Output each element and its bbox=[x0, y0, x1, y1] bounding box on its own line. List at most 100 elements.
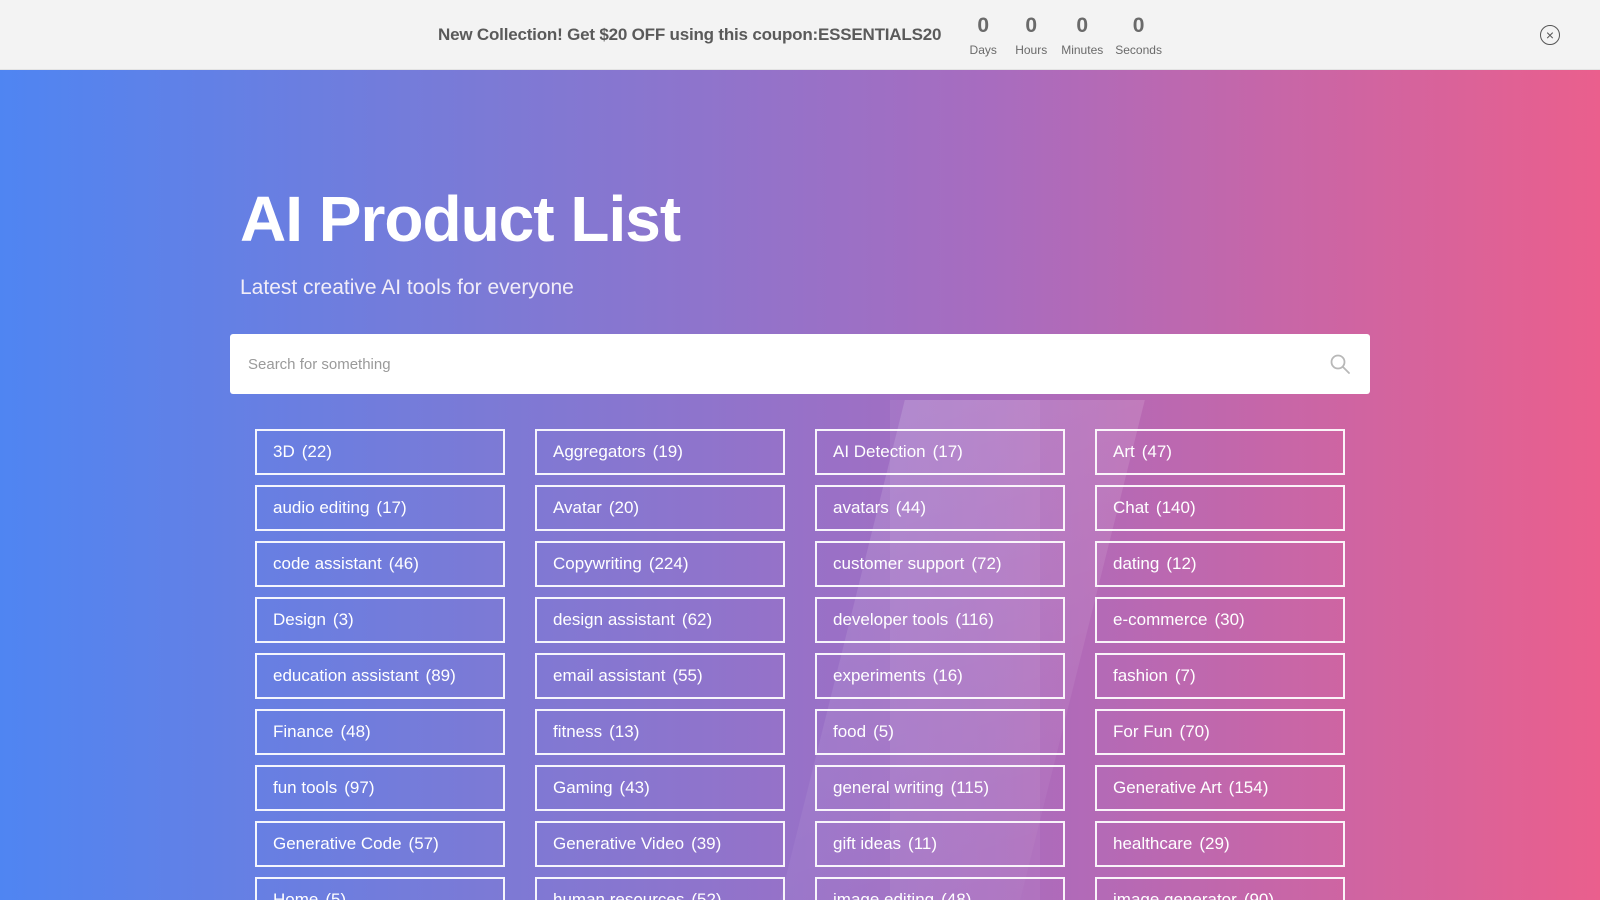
category-button[interactable]: code assistant (46) bbox=[255, 541, 505, 587]
category-name: design assistant bbox=[553, 610, 675, 629]
category-button[interactable]: fun tools (97) bbox=[255, 765, 505, 811]
category-count: (7) bbox=[1174, 666, 1196, 685]
category-button[interactable]: Design (3) bbox=[255, 597, 505, 643]
category-name: email assistant bbox=[553, 666, 666, 685]
category-button[interactable]: For Fun (70) bbox=[1095, 709, 1345, 755]
category-button[interactable]: developer tools (116) bbox=[815, 597, 1065, 643]
category-button[interactable]: e-commerce (30) bbox=[1095, 597, 1345, 643]
category-button[interactable]: Generative Video (39) bbox=[535, 821, 785, 867]
category-name: AI Detection bbox=[833, 442, 926, 461]
countdown-seconds-label: Seconds bbox=[1115, 42, 1162, 57]
category-count: (20) bbox=[608, 498, 640, 517]
search-icon[interactable] bbox=[1328, 352, 1352, 376]
category-name: Aggregators bbox=[553, 442, 646, 461]
category-button[interactable]: 3D (22) bbox=[255, 429, 505, 475]
category-button[interactable]: Gaming (43) bbox=[535, 765, 785, 811]
category-name: Design bbox=[273, 610, 326, 629]
category-count: (5) bbox=[873, 722, 894, 741]
category-count: (62) bbox=[681, 610, 713, 629]
category-name: Copywriting bbox=[553, 554, 642, 573]
category-count: (97) bbox=[344, 778, 375, 797]
category-button[interactable]: human resources (52) bbox=[535, 877, 785, 900]
category-count: (13) bbox=[609, 722, 640, 741]
category-name: Generative Art bbox=[1113, 778, 1222, 797]
category-button[interactable]: AI Detection (17) bbox=[815, 429, 1065, 475]
category-name: general writing bbox=[833, 778, 944, 797]
category-button[interactable]: Copywriting (224) bbox=[535, 541, 785, 587]
category-button[interactable]: general writing (115) bbox=[815, 765, 1065, 811]
countdown-hours-label: Hours bbox=[1015, 42, 1048, 57]
category-button[interactable]: Finance (48) bbox=[255, 709, 505, 755]
category-count: (115) bbox=[950, 778, 989, 797]
countdown-days: 0 Days bbox=[965, 13, 1001, 57]
category-name: Finance bbox=[273, 722, 334, 741]
category-button[interactable]: image generator (90) bbox=[1095, 877, 1345, 900]
category-name: human resources bbox=[553, 890, 685, 900]
category-count: (17) bbox=[376, 498, 407, 517]
category-button[interactable]: customer support (72) bbox=[815, 541, 1065, 587]
category-count: (224) bbox=[648, 554, 689, 573]
category-button[interactable]: education assistant (89) bbox=[255, 653, 505, 699]
countdown-timer: 0 Days 0 Hours 0 Minutes 0 Seconds bbox=[965, 13, 1162, 57]
hero-section: AI Product List Latest creative AI tools… bbox=[0, 70, 1600, 900]
countdown-seconds: 0 Seconds bbox=[1115, 13, 1162, 57]
category-name: Gaming bbox=[553, 778, 613, 797]
category-button[interactable]: gift ideas (11) bbox=[815, 821, 1065, 867]
category-button[interactable]: dating (12) bbox=[1095, 541, 1345, 587]
category-button[interactable]: avatars (44) bbox=[815, 485, 1065, 531]
category-name: education assistant bbox=[273, 666, 419, 685]
category-name: avatars bbox=[833, 498, 889, 517]
category-name: Generative Video bbox=[553, 834, 685, 853]
category-name: fun tools bbox=[273, 778, 338, 797]
announcement-text: New Collection! Get $20 OFF using this c… bbox=[438, 24, 942, 44]
category-name: gift ideas bbox=[833, 834, 902, 853]
category-count: (12) bbox=[1166, 554, 1197, 573]
search-input[interactable] bbox=[248, 355, 1328, 373]
category-count: (57) bbox=[408, 834, 439, 853]
category-button[interactable]: experiments (16) bbox=[815, 653, 1065, 699]
category-name: Chat bbox=[1113, 498, 1149, 517]
category-button[interactable]: audio editing (17) bbox=[255, 485, 505, 531]
category-name: fashion bbox=[1113, 666, 1168, 685]
category-grid: 3D (22) Aggregators (19) AI Detection (17) Art… bbox=[255, 429, 1345, 900]
category-count: (11) bbox=[908, 834, 938, 853]
category-button[interactable]: fitness (13) bbox=[535, 709, 785, 755]
category-name: image editing bbox=[833, 890, 935, 900]
category-button[interactable]: Avatar (20) bbox=[535, 485, 785, 531]
category-button[interactable]: Aggregators (19) bbox=[535, 429, 785, 475]
category-count: (19) bbox=[652, 442, 683, 461]
category-count: (48) bbox=[340, 722, 371, 741]
category-button[interactable]: email assistant (55) bbox=[535, 653, 785, 699]
page-title: AI Product List bbox=[240, 183, 681, 255]
category-button[interactable]: Generative Art (154) bbox=[1095, 765, 1345, 811]
category-button[interactable]: Chat (140) bbox=[1095, 485, 1345, 531]
category-count: (154) bbox=[1228, 778, 1269, 797]
category-name: Avatar bbox=[553, 498, 602, 517]
category-button[interactable]: image editing (48) bbox=[815, 877, 1065, 900]
category-count: (116) bbox=[955, 610, 994, 629]
category-button[interactable]: healthcare (29) bbox=[1095, 821, 1345, 867]
close-icon[interactable]: × bbox=[1540, 25, 1560, 45]
category-name: 3D bbox=[273, 442, 295, 461]
category-count: (39) bbox=[691, 834, 722, 853]
category-button[interactable]: Generative Code (57) bbox=[255, 821, 505, 867]
category-count: (55) bbox=[672, 666, 703, 685]
category-count: (70) bbox=[1179, 722, 1210, 741]
category-button[interactable]: Art (47) bbox=[1095, 429, 1345, 475]
category-count: (3) bbox=[332, 610, 354, 629]
category-name: code assistant bbox=[273, 554, 382, 573]
category-count: (48) bbox=[941, 890, 972, 900]
category-count: (140) bbox=[1155, 498, 1196, 517]
category-button[interactable]: design assistant (62) bbox=[535, 597, 785, 643]
category-name: healthcare bbox=[1113, 834, 1193, 853]
category-name: customer support bbox=[833, 554, 965, 573]
category-count: (17) bbox=[932, 442, 963, 461]
category-button[interactable]: fashion (7) bbox=[1095, 653, 1345, 699]
category-name: fitness bbox=[553, 722, 603, 741]
countdown-days-value: 0 bbox=[977, 13, 990, 37]
countdown-seconds-value: 0 bbox=[1132, 13, 1145, 37]
category-button[interactable]: Home (5) bbox=[255, 877, 505, 900]
category-button[interactable]: food (5) bbox=[815, 709, 1065, 755]
category-count: (47) bbox=[1141, 442, 1172, 461]
category-count: (5) bbox=[325, 890, 347, 900]
